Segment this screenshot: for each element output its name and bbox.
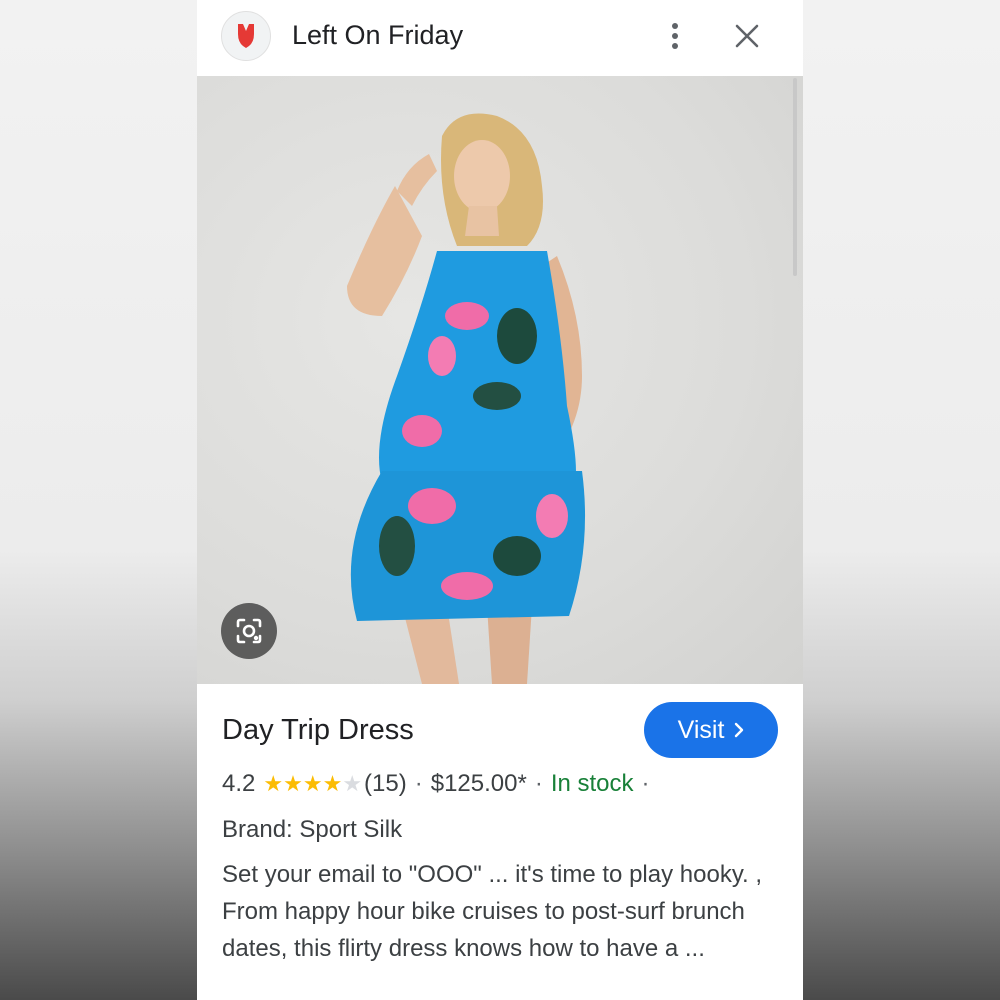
rating-stars: ★ ★ ★ ★ ★ [263,773,362,795]
product-photo [347,113,586,684]
separator: · [414,770,423,797]
more-vert-icon [672,23,678,49]
separator: · [534,770,543,797]
visit-button[interactable]: Visit [644,702,778,758]
more-options-button[interactable] [657,18,693,54]
price: $125.00* [430,770,527,797]
product-meta-row: 4.2 ★ ★ ★ ★ ★ (15) · $125.00* · In stock… [222,770,658,798]
product-image[interactable] [197,76,803,684]
site-name[interactable]: Left On Friday [292,20,463,51]
brand-label: Brand: [222,816,300,843]
chevron-right-icon [735,722,744,738]
brand-value: Sport Silk [299,816,403,843]
visit-button-label: Visit [677,715,725,744]
product-description: Set your email to "OOO" ... it's time to… [222,861,763,962]
site-logo[interactable] [221,11,271,61]
shopping-result-card: Left On Friday Day Trip Dress Visit 4.2 … [197,0,803,1000]
rating-value: 4.2 [222,770,256,797]
star-icon: ★ [263,771,284,796]
google-lens-icon [236,618,262,644]
star-icon: ★ [322,771,343,796]
scrollbar[interactable] [793,78,797,276]
brand-line: Brand: Sport Silk [222,816,402,844]
close-button[interactable] [729,18,765,54]
card-header: Left On Friday [197,0,803,76]
product-title[interactable]: Day Trip Dress [222,714,414,747]
swimsuit-logo-icon [238,24,254,48]
star-icon: ★ [283,771,303,796]
close-icon [735,24,759,48]
availability-status: In stock [550,770,634,797]
review-count[interactable]: (15) [364,770,407,798]
separator: · [641,770,650,797]
google-lens-button[interactable] [221,603,277,659]
star-empty-icon: ★ [342,771,363,796]
star-icon: ★ [302,771,323,796]
product-info: Day Trip Dress Visit 4.2 ★ ★ ★ ★ ★ (15) … [197,684,803,1000]
